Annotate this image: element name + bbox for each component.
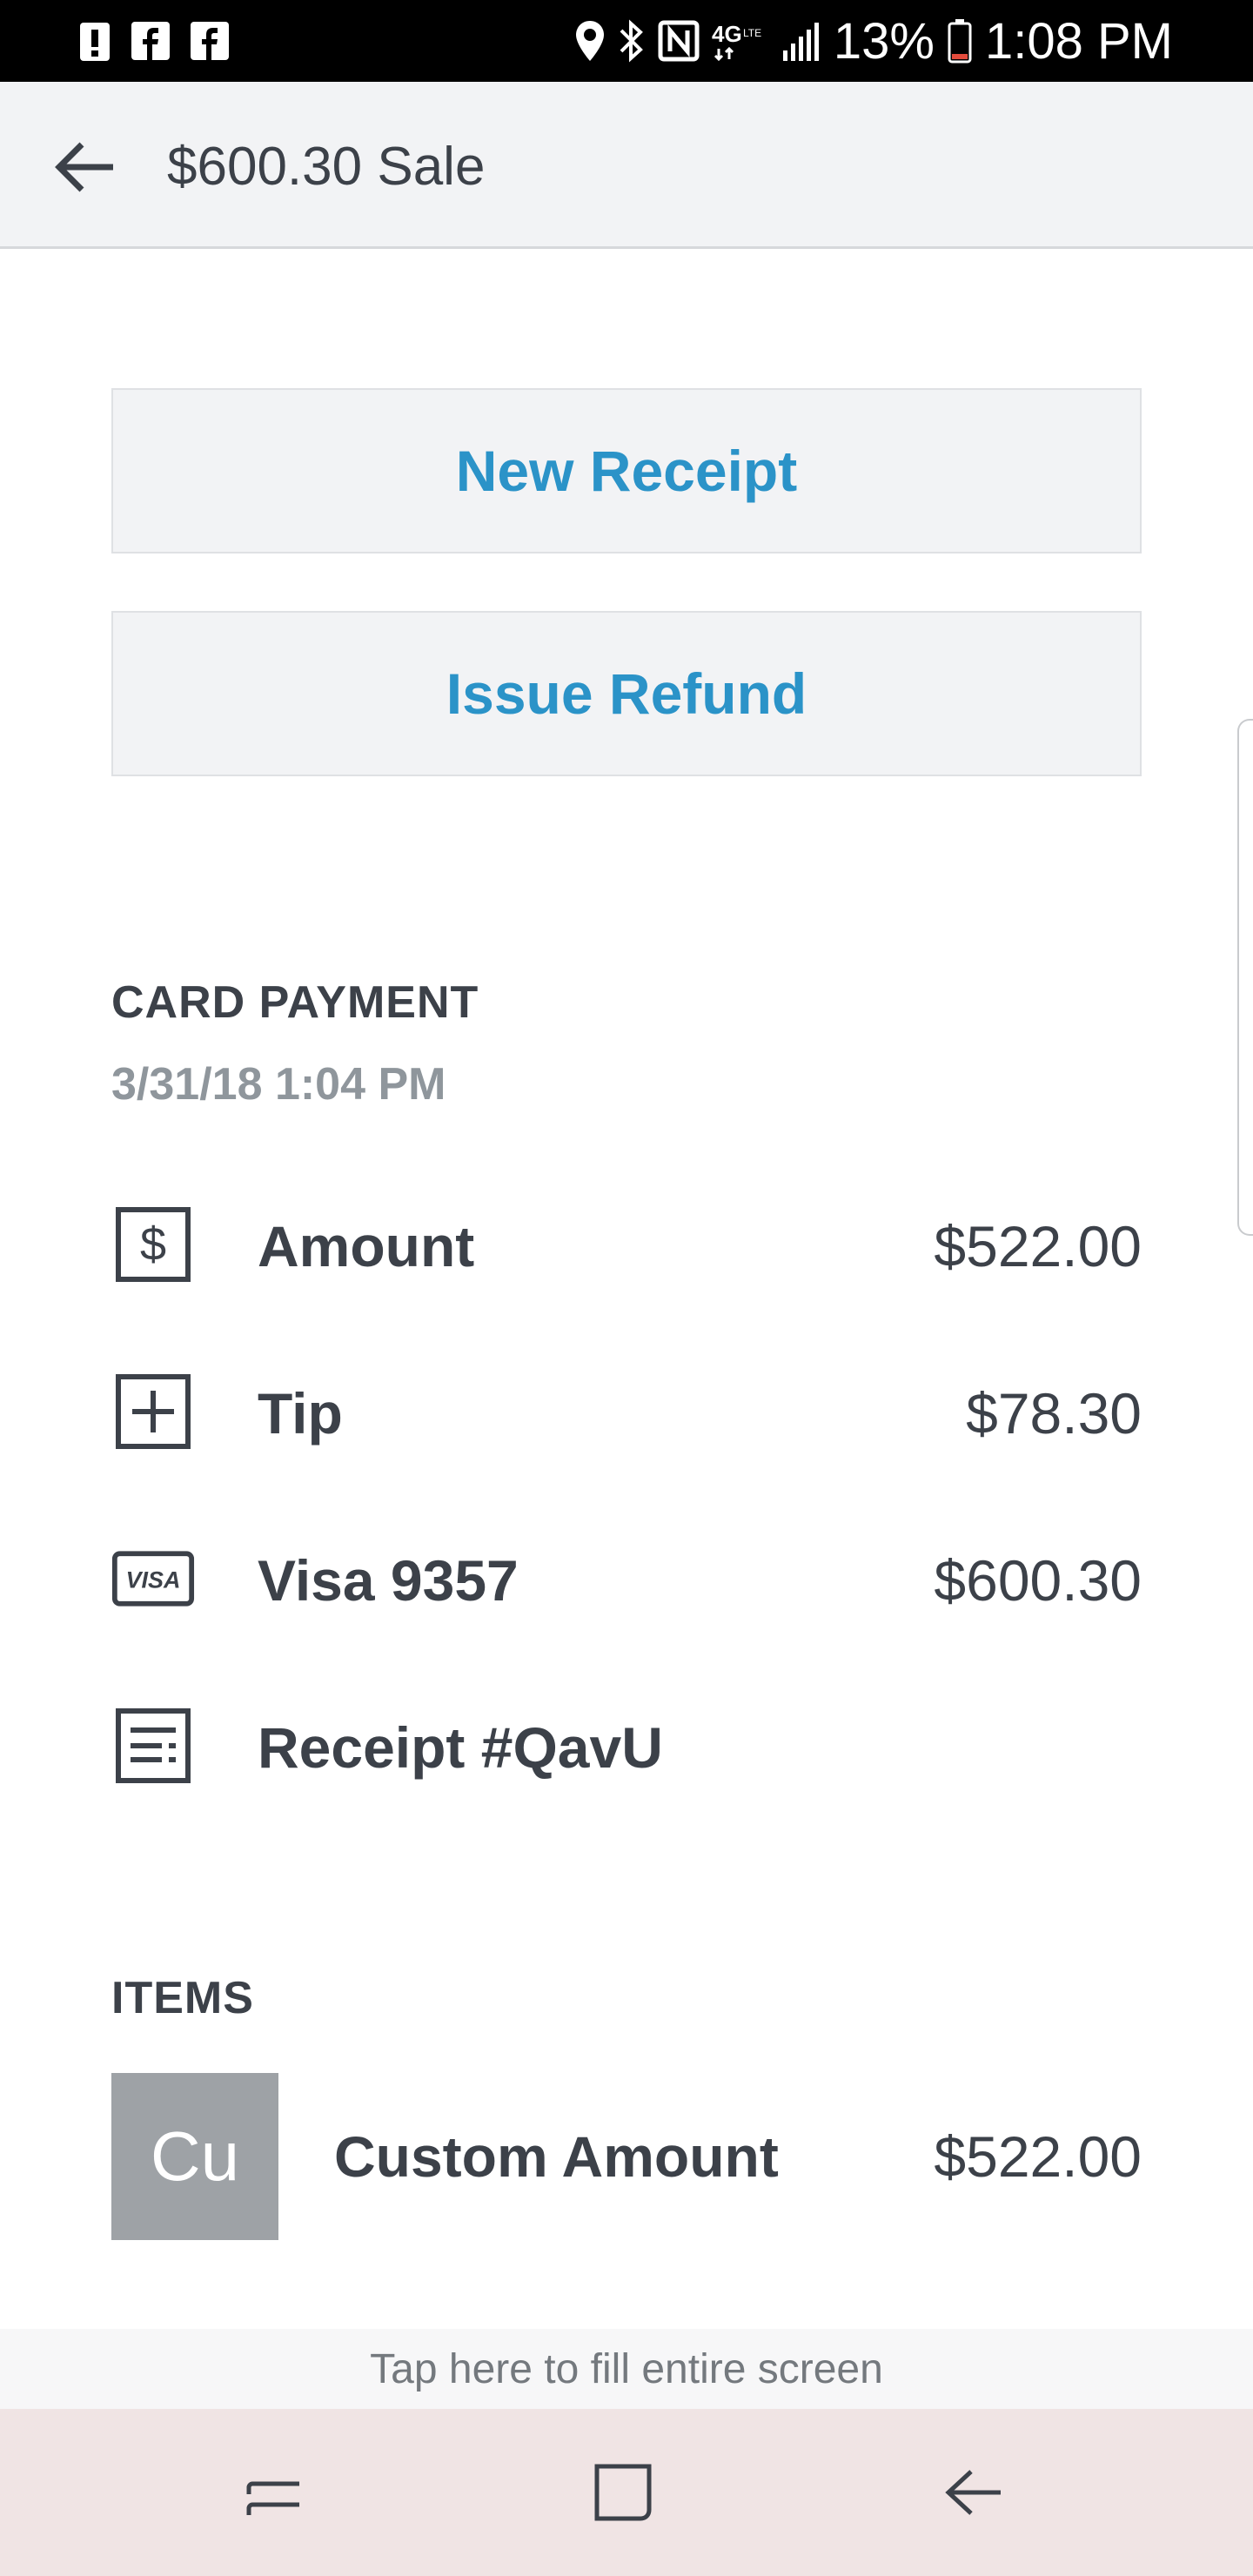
home-button[interactable] [581, 2451, 665, 2534]
navigation-bar [0, 2409, 1253, 2576]
status-time: 1:08 PM [985, 12, 1173, 70]
card-label: Visa 9357 [258, 1548, 519, 1613]
receipt-label: Receipt #QavU [258, 1715, 663, 1780]
item-name: Custom Amount [334, 2124, 779, 2189]
list-item[interactable]: Cu Custom Amount $522.00 [111, 2073, 1142, 2240]
status-left-icons [78, 16, 230, 66]
tip-label: Tip [258, 1381, 343, 1446]
battery-percent: 13% [833, 12, 935, 70]
new-receipt-button[interactable]: New Receipt [111, 388, 1142, 553]
receipt-row[interactable]: Receipt #QavU [111, 1697, 1142, 1793]
back-icon [945, 2470, 1001, 2515]
back-arrow-icon [55, 142, 113, 192]
location-icon [574, 19, 606, 63]
dollar-icon: $ [111, 1203, 195, 1286]
app-bar: $600.30 Sale [0, 82, 1253, 249]
tip-value: $78.30 [966, 1381, 1142, 1446]
svg-text:$: $ [140, 1218, 166, 1271]
alert-icon [78, 19, 111, 63]
card-payment-heading: CARD PAYMENT [111, 977, 479, 1028]
receipt-icon [111, 1704, 195, 1788]
bluetooth-icon [618, 18, 646, 64]
home-icon [594, 2464, 652, 2521]
nfc-icon [658, 20, 700, 62]
tip-row: Tip $78.30 [111, 1363, 1142, 1459]
page-title: $600.30 Sale [167, 137, 486, 197]
back-button[interactable] [49, 131, 122, 204]
facebook-icon [190, 21, 230, 61]
status-right-icons: 4G LTE 13% 1:08 PM [574, 12, 1173, 70]
fill-screen-prompt[interactable]: Tap here to fill entire screen [0, 2329, 1253, 2409]
amount-label: Amount [258, 1214, 475, 1278]
items-heading: ITEMS [111, 1973, 254, 2023]
visa-card-icon: VISA [111, 1537, 195, 1620]
screen: 4G LTE 13% 1:08 PM $600.30 Sale New Rece… [0, 0, 1253, 2576]
status-bar: 4G LTE 13% 1:08 PM [0, 0, 1253, 82]
card-row: VISA Visa 9357 $600.30 [111, 1530, 1142, 1626]
item-thumbnail: Cu [111, 2073, 278, 2240]
recent-apps-icon [246, 2481, 299, 2515]
nav-back-button[interactable] [931, 2451, 1015, 2534]
plus-box-icon [111, 1370, 195, 1453]
svg-text:4G: 4G [712, 21, 742, 47]
svg-text:VISA: VISA [126, 1567, 181, 1593]
facebook-icon [131, 21, 171, 61]
edge-panel-handle[interactable] [1237, 719, 1253, 1236]
recent-apps-button[interactable] [231, 2451, 315, 2534]
battery-icon [947, 17, 973, 64]
item-price: $522.00 [934, 2124, 1142, 2189]
network-icon: 4G LTE [712, 19, 769, 63]
card-value: $600.30 [934, 1548, 1142, 1613]
signal-icon [781, 19, 821, 63]
issue-refund-button[interactable]: Issue Refund [111, 611, 1142, 776]
amount-value: $522.00 [934, 1214, 1142, 1278]
svg-text:LTE: LTE [743, 27, 761, 39]
amount-row: $ Amount $522.00 [111, 1196, 1142, 1291]
payment-date: 3/31/18 1:04 PM [111, 1059, 446, 1110]
